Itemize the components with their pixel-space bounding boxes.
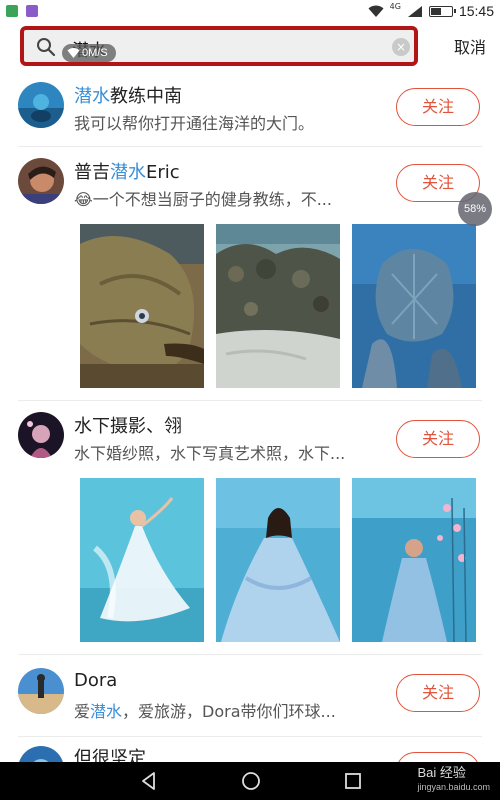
- user-list-item[interactable]: 但很坚定: [0, 736, 500, 762]
- app-notification-icon-2: [26, 5, 38, 17]
- network-speed-badge: 0M/S: [62, 44, 116, 62]
- avatar[interactable]: [18, 82, 64, 128]
- name-highlight: 潜水: [74, 86, 110, 107]
- wifi-icon: [368, 5, 384, 17]
- sea-fan-photo: [352, 224, 476, 388]
- post-photo[interactable]: [352, 224, 476, 388]
- app-notification-icon: [6, 5, 18, 17]
- name-rest: 教练中南: [110, 86, 182, 107]
- user-name[interactable]: 普吉潜水Eric: [74, 158, 180, 184]
- user-list-item[interactable]: Dora 爱潜水，爱旅游，Dora带你们环球... 关注: [0, 654, 500, 738]
- user-list-item[interactable]: 潜水教练中南 我可以帮你打开通往海洋的大门。 关注: [0, 70, 500, 148]
- follow-button[interactable]: 关注: [396, 88, 480, 126]
- search-icon: [37, 38, 56, 57]
- battery-icon: [428, 5, 456, 17]
- close-icon: ×: [395, 40, 407, 54]
- watermark-brand: Bai 经验: [417, 765, 466, 780]
- avatar-image: [18, 82, 64, 128]
- avatar[interactable]: [18, 746, 64, 762]
- desc-highlight: 潜水: [90, 702, 123, 721]
- wifi-icon: [67, 48, 80, 58]
- clock: 15:45: [458, 3, 494, 19]
- search-header: 潜水 0M/S × 取消: [0, 22, 500, 70]
- avatar-image: [18, 668, 64, 714]
- underwater-flowers-photo: [352, 478, 476, 642]
- user-description: 我可以帮你打开通往海洋的大门。: [74, 114, 315, 133]
- user-list-item[interactable]: 普吉潜水Eric 😂一个不想当厨子的健身教练，不... 关注: [0, 146, 500, 400]
- watermark: Bai 经验 jingyan.baidu.com: [417, 766, 490, 794]
- post-photo[interactable]: [216, 224, 340, 388]
- desc-rest: ，爱旅游，Dora带你们环球...: [122, 702, 336, 721]
- user-list-item[interactable]: 水下摄影、翎 水下婚纱照，水下写真艺术照，水下... 关注: [0, 400, 500, 654]
- user-name[interactable]: 但很坚定: [74, 744, 146, 762]
- post-photo[interactable]: [352, 478, 476, 642]
- follow-button[interactable]: [396, 752, 480, 762]
- signal-icon: [407, 5, 422, 17]
- avatar[interactable]: [18, 668, 64, 714]
- clear-search-button[interactable]: ×: [392, 38, 410, 56]
- user-name[interactable]: Dora: [74, 670, 117, 691]
- post-photo[interactable]: [80, 224, 204, 388]
- avatar[interactable]: [18, 412, 64, 458]
- watermark-site: jingyan.baidu.com: [417, 782, 490, 792]
- avatar[interactable]: [18, 158, 64, 204]
- name-rest: Eric: [146, 162, 180, 183]
- underwater-bride-photo: [80, 478, 204, 642]
- network-speed-text: 0M/S: [82, 47, 108, 59]
- desc-prefix: 爱: [74, 702, 91, 721]
- user-description: 水下婚纱照，水下写真艺术照，水下...: [74, 444, 346, 463]
- user-description: 爱潜水，爱旅游，Dora带你们环球...: [74, 698, 392, 722]
- home-icon[interactable]: [240, 770, 262, 792]
- follow-button[interactable]: 关注: [396, 674, 480, 712]
- status-bar: 4G 15:45: [0, 0, 500, 22]
- post-photo[interactable]: [216, 478, 340, 642]
- avatar-image: [18, 158, 64, 204]
- avatar-image: [18, 746, 64, 762]
- post-photo[interactable]: [80, 478, 204, 642]
- back-icon[interactable]: [138, 770, 160, 792]
- system-nav-bar: Bai 经验 jingyan.baidu.com: [0, 762, 500, 800]
- user-name[interactable]: 潜水教练中南: [74, 82, 182, 108]
- user-name[interactable]: 水下摄影、翎: [74, 412, 182, 438]
- network-type: 4G: [389, 1, 401, 11]
- cancel-button[interactable]: 取消: [454, 34, 486, 58]
- coral-reef-photo: [216, 224, 340, 388]
- user-description: 😂一个不想当厨子的健身教练，不...: [74, 190, 332, 209]
- name-highlight: 潜水: [110, 162, 146, 183]
- underwater-gown-photo: [216, 478, 340, 642]
- moray-eel-photo: [80, 224, 204, 388]
- search-input[interactable]: 潜水 0M/S ×: [20, 26, 418, 66]
- name-prefix: 普吉: [74, 162, 110, 183]
- avatar-image: [18, 412, 64, 458]
- follow-button[interactable]: 关注: [396, 420, 480, 458]
- recents-icon[interactable]: [342, 770, 364, 792]
- download-progress-badge[interactable]: 58%: [458, 192, 492, 226]
